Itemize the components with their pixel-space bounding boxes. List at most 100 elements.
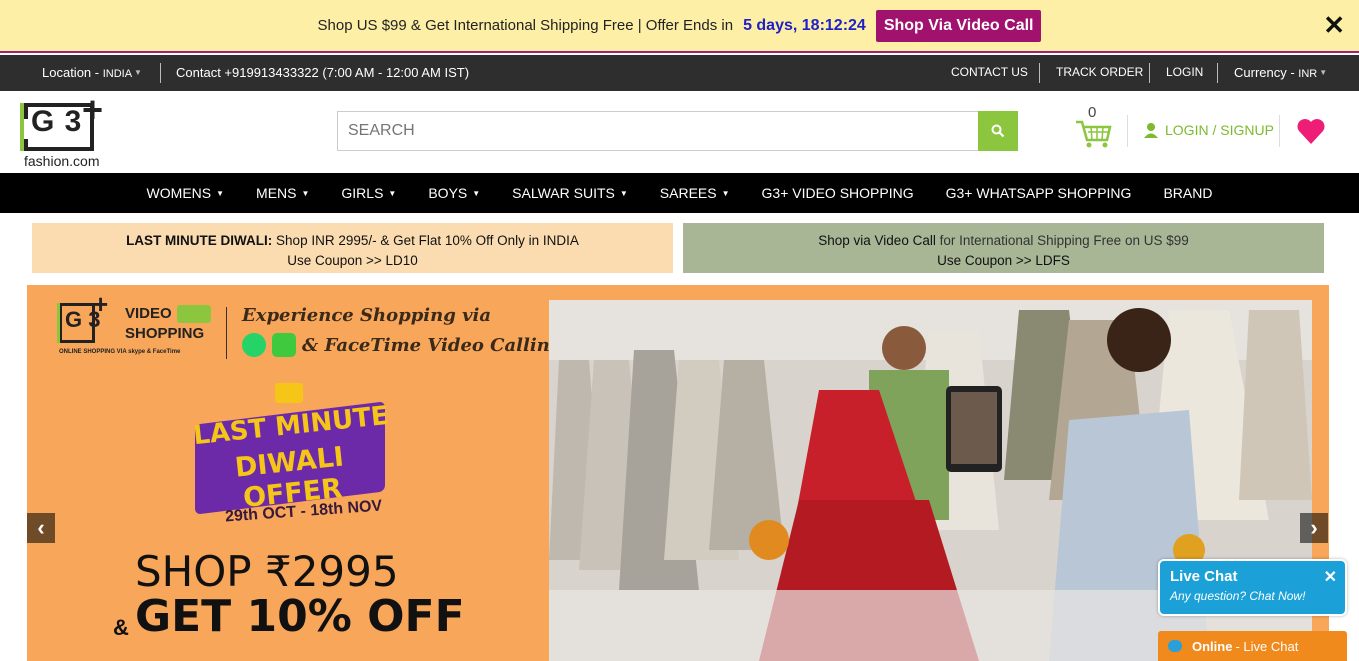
user-icon (1144, 123, 1158, 138)
close-icon[interactable]: ✕ (1324, 567, 1337, 587)
nav-item-womens[interactable]: WOMENS ▼ (147, 185, 224, 201)
search-input[interactable] (337, 111, 979, 151)
offer-right-text: for International Shipping Free on US $9… (935, 233, 1189, 248)
nav-item-sarees[interactable]: SAREES ▼ (660, 185, 730, 201)
slider-prev-button[interactable]: ‹ (27, 513, 55, 543)
currency-selector[interactable]: Currency - INR ▼ (1234, 65, 1327, 80)
banner-headline-2-row: & FaceTime Video Calling (242, 333, 562, 357)
banner-video-label: VIDEO (125, 305, 172, 322)
logo-subtitle: fashion.com (24, 153, 100, 169)
main-nav: WOMENS ▼ MENS ▼ GIRLS ▼ BOYS ▼ SALWAR SUITS ▼ SARE… (0, 173, 1359, 213)
nav-item-label: BRAND (1163, 185, 1213, 201)
promo-bar: Shop US $99 & Get International Shipping… (0, 0, 1359, 53)
chevron-left-icon: ‹ (37, 515, 45, 540)
nav-item-boys[interactable]: BOYS ▼ (428, 185, 480, 201)
close-icon[interactable]: ✕ (1323, 12, 1345, 38)
chat-bubble-icon (1168, 640, 1182, 652)
logo-accent (57, 303, 60, 343)
diwali-offer-box[interactable]: LAST MINUTE DIWALI: Shop INR 2995/- & Ge… (32, 223, 673, 273)
nav-item-brand[interactable]: BRAND (1163, 185, 1212, 201)
shop-via-video-call-button[interactable]: Shop Via Video Call (875, 9, 1042, 42)
chevron-down-icon: ▼ (216, 189, 225, 198)
nav-item-label: G3+ VIDEO SHOPPING (761, 185, 914, 201)
chevron-right-icon: › (1310, 515, 1318, 540)
currency-label: Currency - (1234, 65, 1299, 80)
banner-logo-plus: + (93, 289, 109, 319)
logo-text: G 3 (31, 105, 83, 138)
chat-status: Online (1192, 638, 1233, 654)
cart-button[interactable] (1074, 104, 1114, 150)
nav-item-label: SALWAR SUITS (512, 185, 615, 201)
nav-item-label: G3+ WHATSAPP SHOPPING (945, 185, 1132, 201)
location-value: INDIA (102, 68, 133, 80)
nav-item-label: MENS (256, 185, 297, 201)
offer-left-title: LAST MINUTE DIWALI: (126, 233, 273, 248)
chevron-down-icon: ▼ (619, 189, 628, 198)
login-signup-label: LOGIN / SIGNUP (1165, 122, 1274, 138)
heart-icon (1297, 119, 1325, 144)
banner-discount: GET 10% OFF (135, 591, 465, 642)
whatsapp-icon (242, 333, 266, 357)
promo-countdown: 5 days, 18:12:24 (743, 16, 866, 34)
nav-item-g3-whatsapp-shopping[interactable]: G3+ WHATSAPP SHOPPING (946, 185, 1132, 201)
video-call-offer-box[interactable]: Shop via Video Call for International Sh… (683, 223, 1324, 273)
contact-info: Contact +919913433322 (7:00 AM - 12:00 A… (176, 65, 470, 80)
live-chat-title: Live Chat (1170, 568, 1238, 585)
cart-icon (1076, 120, 1112, 148)
contact-us-link[interactable]: CONTACT US (951, 65, 1028, 79)
facetime-icon (272, 333, 296, 357)
nav-item-label: GIRLS (341, 185, 384, 201)
divider (1039, 63, 1040, 83)
divider (160, 63, 161, 83)
promo-text: Shop US $99 & Get International Shipping… (317, 17, 734, 34)
chevron-down-icon: ▼ (134, 68, 142, 77)
offer-left-text: Shop INR 2995/- & Get Flat 10% Off Only … (272, 233, 579, 248)
nav-item-mens[interactable]: MENS ▼ (256, 185, 309, 201)
banner-shopping-label: SHOPPING (125, 325, 205, 342)
chevron-down-icon: ▼ (388, 189, 397, 198)
location-label: Location - (42, 65, 103, 80)
diwali-offer-badge: LAST MINUTE DIWALI OFFER (185, 383, 397, 515)
banner-brand-sub: ONLINE SHOPPING VIA skype & FaceTime (59, 349, 181, 355)
offer-right-title: Shop via Video Call (818, 233, 936, 248)
nav-item-girls[interactable]: GIRLS ▼ (341, 185, 396, 201)
banner-headline-1: Experience Shopping via (242, 305, 492, 326)
chevron-down-icon: ▼ (472, 189, 481, 198)
banner-headline-2: & FaceTime Video Calling (302, 334, 563, 356)
site-logo[interactable]: G 3 + fashion.com (20, 89, 112, 169)
nav-item-label: SAREES (659, 185, 717, 201)
divider (226, 307, 227, 359)
divider (1149, 63, 1150, 83)
nav-item-salwar-suits[interactable]: SALWAR SUITS ▼ (512, 185, 628, 201)
banner-shop-price: SHOP ₹2995 (135, 547, 399, 596)
divider (1279, 115, 1280, 147)
slider-next-button[interactable]: › (1300, 513, 1328, 543)
live-chat-popup[interactable]: Live Chat Any question? Chat Now! ✕ (1158, 559, 1347, 616)
chevron-down-icon: ▼ (301, 189, 310, 198)
video-shopping-logo: G 3 + VIDEO SHOPPING ONLINE SHOPPING VIA… (57, 289, 219, 361)
live-chat-subtitle: Any question? Chat Now! (1170, 589, 1306, 603)
nav-item-g3-video-shopping[interactable]: G3+ VIDEO SHOPPING (762, 185, 914, 201)
chevron-down-icon: ▼ (721, 189, 730, 198)
offer-right-coupon: Use Coupon >> LDFS (937, 253, 1070, 268)
track-order-link[interactable]: TRACK ORDER (1056, 65, 1143, 79)
search-button[interactable] (978, 111, 1018, 151)
nav-item-label: BOYS (428, 185, 468, 201)
logo-plus: + (82, 89, 104, 130)
currency-value: INR (1298, 68, 1318, 80)
logo-accent (20, 103, 24, 151)
wishlist-button[interactable] (1296, 117, 1326, 150)
live-chat-bar[interactable]: Online - Live Chat (1158, 631, 1347, 661)
divider (1127, 115, 1128, 147)
camera-icon (177, 305, 211, 323)
chat-bar-label: - Live Chat (1235, 638, 1299, 654)
login-link[interactable]: LOGIN (1166, 65, 1203, 79)
divider (1217, 63, 1218, 83)
login-signup-link[interactable]: LOGIN / SIGNUP (1143, 122, 1274, 138)
location-selector[interactable]: Location - INDIA ▼ (42, 65, 142, 80)
top-bar: Location - INDIA ▼ Contact +919913433322 … (0, 55, 1359, 91)
stopwatch-icon (275, 383, 303, 403)
offer-left-coupon: Use Coupon >> LD10 (287, 253, 418, 268)
chevron-down-icon: ▼ (1319, 68, 1328, 77)
nav-item-label: WOMENS (146, 185, 212, 201)
